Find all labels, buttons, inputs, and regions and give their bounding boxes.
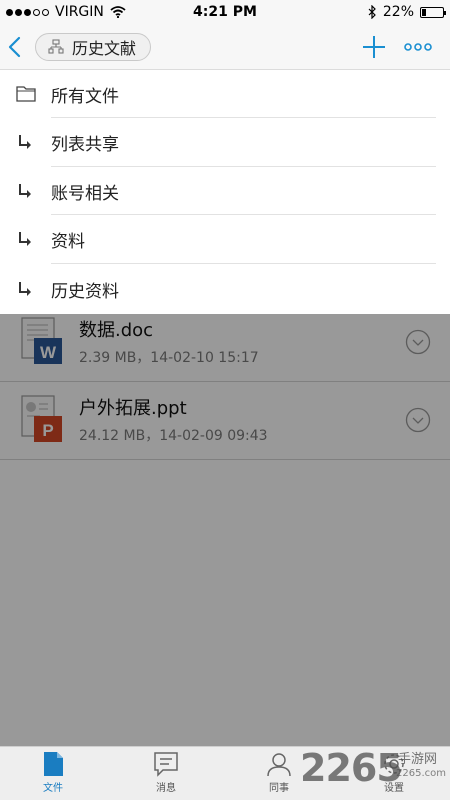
subfolder-arrow-icon bbox=[19, 282, 31, 296]
status-bar: VIRGIN 4:21 PM 22% bbox=[0, 0, 450, 24]
page-title: 历史文献 bbox=[72, 39, 137, 58]
dropdown-item-all-files[interactable]: 所有文件 bbox=[0, 70, 450, 118]
bluetooth-icon bbox=[368, 5, 376, 19]
dropdown-item-materials[interactable]: 资料 bbox=[0, 215, 450, 263]
dropdown-item-label: 所有文件 bbox=[51, 87, 119, 107]
folder-tree-icon bbox=[48, 39, 64, 54]
subfolder-arrow-icon bbox=[19, 232, 31, 246]
dropdown-item-label: 资料 bbox=[51, 232, 85, 252]
watermark-logo: 2265 手游网 2265.com bbox=[300, 740, 450, 800]
subfolder-arrow-icon bbox=[19, 135, 31, 149]
dropdown-item-label: 历史资料 bbox=[51, 282, 119, 302]
file-icon bbox=[44, 752, 63, 776]
battery-fill bbox=[422, 8, 426, 16]
folder-dropdown: 所有文件 列表共享 账号相关 资料 历史资料 bbox=[0, 70, 450, 314]
person-icon bbox=[267, 753, 291, 777]
tab-files[interactable]: 文件 bbox=[23, 751, 83, 800]
tab-messages[interactable]: 消息 bbox=[136, 751, 196, 800]
message-icon bbox=[154, 752, 178, 777]
battery-percent: 22% bbox=[382, 4, 414, 20]
more-dots-icon[interactable] bbox=[404, 41, 432, 53]
dropdown-item-account[interactable]: 账号相关 bbox=[0, 167, 450, 215]
tab-label: 消息 bbox=[156, 783, 176, 794]
divider bbox=[51, 263, 436, 264]
watermark-url: 2265.com bbox=[396, 768, 446, 779]
battery-icon bbox=[420, 6, 446, 18]
dropdown-item-label: 列表共享 bbox=[51, 135, 119, 155]
nav-bar: 历史文献 bbox=[0, 24, 450, 70]
watermark-text: 手游网 bbox=[398, 752, 438, 767]
folder-path-button[interactable]: 历史文献 bbox=[35, 33, 152, 61]
dropdown-item-list-share[interactable]: 列表共享 bbox=[0, 118, 450, 166]
folder-icon bbox=[16, 86, 36, 102]
subfolder-arrow-icon bbox=[19, 184, 31, 198]
dropdown-item-history[interactable]: 历史资料 bbox=[0, 265, 450, 313]
chevron-left-icon[interactable] bbox=[4, 33, 26, 61]
battery-group: 22% bbox=[368, 4, 446, 20]
watermark-number: 2265 bbox=[300, 746, 403, 790]
tab-label: 文件 bbox=[43, 783, 63, 794]
dropdown-item-label: 账号相关 bbox=[51, 184, 119, 204]
plus-icon[interactable] bbox=[362, 35, 386, 59]
